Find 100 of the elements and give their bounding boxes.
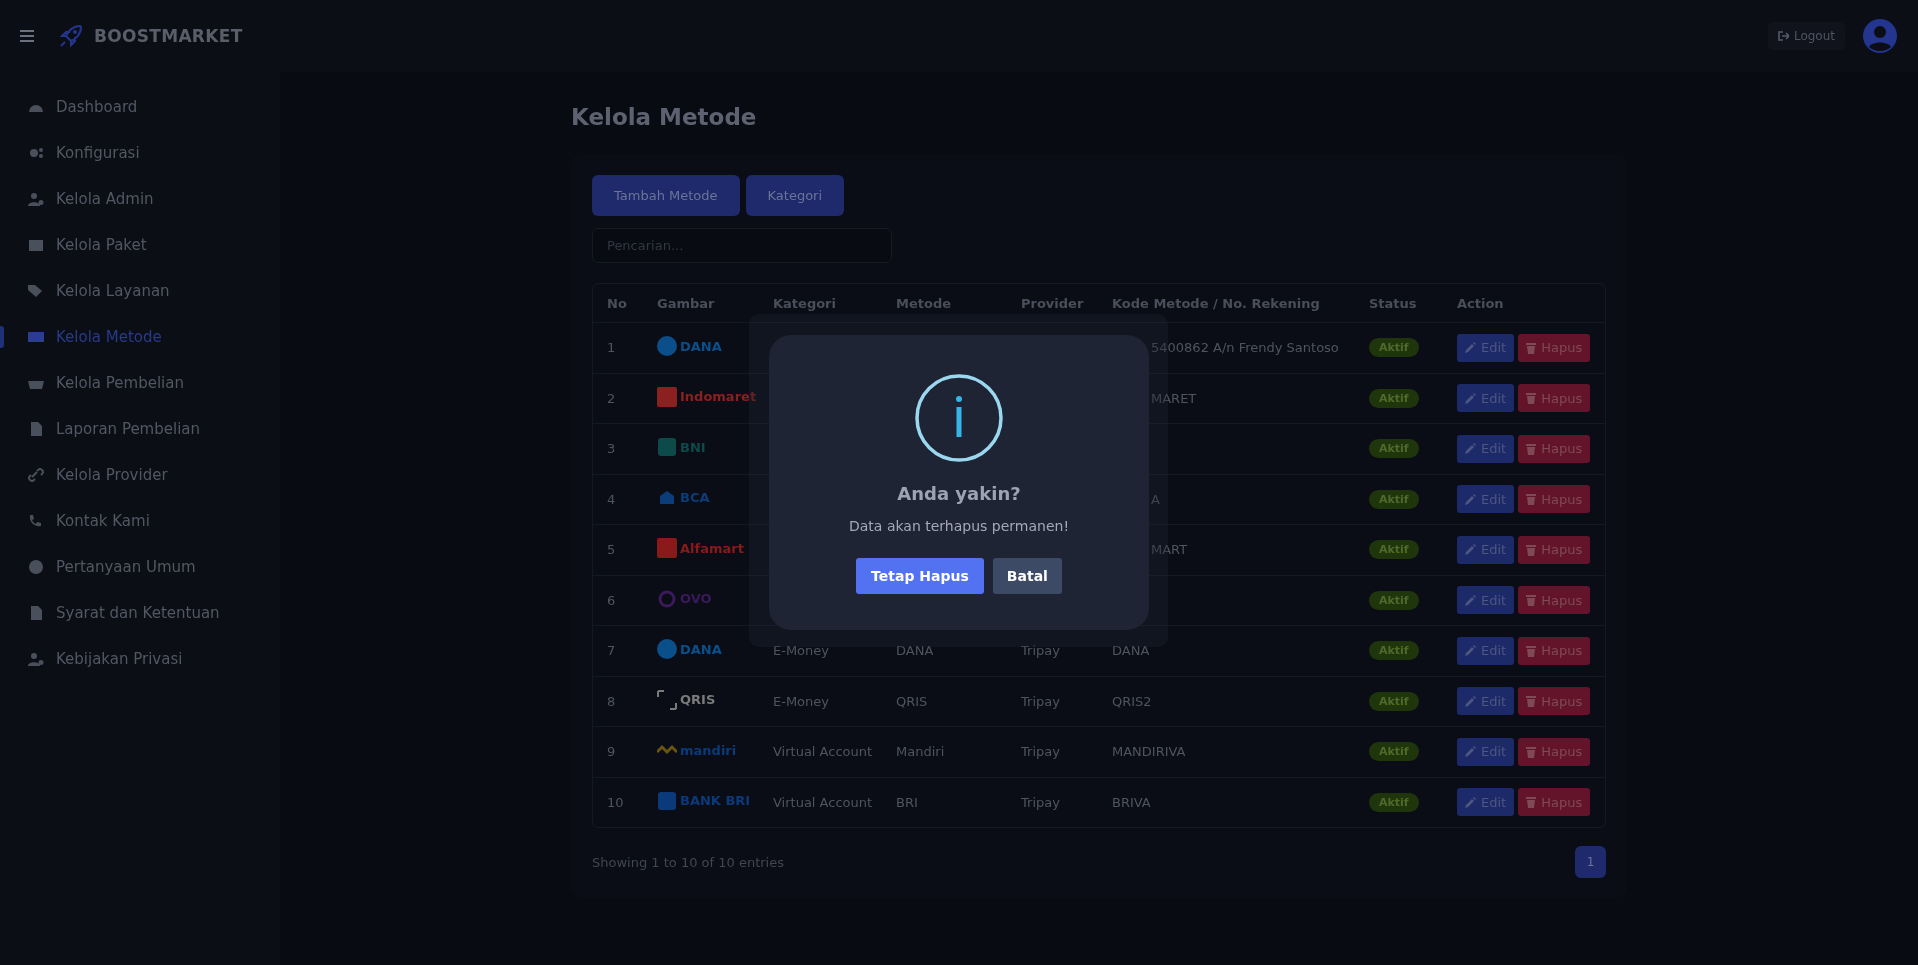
- logo-icon: [657, 639, 677, 660]
- brand-name: BOOSTMARKET: [94, 26, 243, 46]
- trash-icon: [1526, 442, 1537, 455]
- logo-icon: [657, 790, 677, 811]
- sidebar-item[interactable]: Kelola Paket: [0, 222, 280, 268]
- table-cell: 1: [607, 340, 616, 356]
- sidebar-item[interactable]: Kelola Layanan: [0, 268, 280, 314]
- menu-icon[interactable]: [20, 30, 34, 42]
- sidebar-item[interactable]: Kelola Metode: [0, 314, 280, 360]
- sidebar-item[interactable]: Laporan Pembelian: [0, 406, 280, 452]
- column-header: Kode Metode / No. Rekening: [1112, 295, 1320, 311]
- column-header: Metode: [896, 295, 952, 311]
- pencil-icon: [1465, 392, 1476, 404]
- sidebar-item[interactable]: Kontak Kami: [0, 498, 280, 544]
- column-header: Status: [1369, 295, 1417, 311]
- logo-text: BANK BRI: [680, 793, 751, 809]
- table-cell: 5: [607, 542, 616, 558]
- logo-text: mandiri: [680, 742, 737, 758]
- table-cell: 5400862 A/n Frendy Santoso: [1151, 340, 1339, 356]
- trash-icon: [1526, 543, 1537, 556]
- table-cell: 9: [607, 744, 616, 760]
- menu-item-icon: [28, 606, 44, 620]
- trash-icon: [1526, 796, 1537, 809]
- sidebar-item[interactable]: Pertanyaan Umum: [0, 544, 280, 590]
- trash-icon: [1526, 695, 1537, 708]
- logout-icon: [1777, 31, 1789, 41]
- trash-icon: [1526, 392, 1537, 405]
- sidebar-item[interactable]: Kelola Pembelian: [0, 360, 280, 406]
- pencil-icon: [1465, 544, 1476, 556]
- primary-button[interactable]: Kategori: [745, 175, 845, 216]
- menu-item-icon: [28, 238, 44, 252]
- pencil-icon: [1465, 594, 1476, 606]
- trash-icon: [1526, 341, 1537, 354]
- table-cell: QRIS: [896, 693, 928, 709]
- logo-text: BCA: [680, 490, 710, 506]
- logo-icon: [657, 588, 677, 609]
- table-cell: MARET: [1151, 390, 1197, 406]
- logo-text: BNI: [680, 439, 706, 455]
- sidebar-item[interactable]: Konfigurasi: [0, 130, 280, 176]
- pencil-icon: [1465, 746, 1476, 758]
- logo-text: DANA: [680, 641, 722, 657]
- sidebar-item[interactable]: Kebijakan Privasi: [0, 636, 280, 682]
- table-cell: 8: [607, 693, 616, 709]
- logo-icon: [657, 538, 677, 559]
- page-title: Kelola Metode: [571, 104, 758, 130]
- table-cell: Virtual Account: [773, 744, 873, 760]
- table-cell: Mandiri: [896, 744, 945, 760]
- table-cell: 2: [607, 390, 616, 406]
- confirm-button[interactable]: Tetap Hapus: [856, 558, 984, 594]
- logout-button[interactable]: Logout: [1767, 22, 1845, 50]
- trash-icon: [1526, 594, 1537, 607]
- logo-icon: [657, 437, 677, 458]
- rocket-icon: [58, 23, 84, 49]
- pencil-icon: [1465, 443, 1476, 455]
- menu-item-icon: [28, 146, 44, 160]
- entries-info: Showing 1 to 10 of 10 entries: [592, 854, 784, 870]
- table-cell: Tripay: [1021, 744, 1060, 760]
- table-cell: 3: [607, 441, 616, 457]
- sidebar-item[interactable]: Kelola Admin: [0, 176, 280, 222]
- table-cell: 6: [607, 592, 616, 608]
- menu-item-icon: [28, 560, 44, 574]
- logo-text: DANA: [680, 338, 722, 354]
- table-cell: E-Money: [773, 693, 829, 709]
- table-cell: DANA: [896, 643, 934, 659]
- primary-button[interactable]: Tambah Metode: [592, 175, 740, 216]
- table-cell: 4: [607, 491, 616, 507]
- table-cell: Virtual Account: [773, 794, 873, 810]
- page-button[interactable]: 1: [1575, 846, 1606, 878]
- table-cell: BRIVA: [1112, 794, 1151, 810]
- logo-text: OVO: [680, 591, 712, 607]
- cancel-button[interactable]: Batal: [992, 558, 1062, 594]
- dialog-message: Data akan terhapus permanen!: [849, 518, 1069, 534]
- menu-item-icon: [28, 652, 44, 666]
- logo-text: Indomaret: [680, 389, 757, 405]
- menu-item-icon: [28, 284, 44, 298]
- menu-item-icon: [28, 468, 44, 482]
- info-icon: [914, 373, 1004, 463]
- sidebar-item[interactable]: Kelola Provider: [0, 452, 280, 498]
- logo-icon: [657, 336, 677, 357]
- table-cell: MART: [1151, 542, 1188, 558]
- logo-icon: [657, 689, 677, 710]
- menu-item-icon: [28, 330, 44, 344]
- pencil-icon: [1465, 645, 1476, 657]
- sidebar-item[interactable]: Dashboard: [0, 84, 280, 130]
- pencil-icon: [1465, 342, 1476, 354]
- pencil-icon: [1465, 695, 1476, 707]
- dialog-title: Anda yakin?: [897, 483, 1021, 504]
- column-header: No: [607, 295, 627, 311]
- table-cell: QRIS2: [1112, 693, 1152, 709]
- menu-item-icon: [28, 422, 44, 436]
- table-cell: 7: [607, 643, 616, 659]
- table-cell: DANA: [1112, 643, 1150, 659]
- logo-text: QRIS: [680, 692, 716, 708]
- sidebar-item[interactable]: Syarat dan Ketentuan: [0, 590, 280, 636]
- column-header: Action: [1457, 295, 1504, 311]
- table-cell: Tripay: [1021, 643, 1060, 659]
- column-header: Kategori: [773, 295, 836, 311]
- pencil-icon: [1465, 796, 1476, 808]
- table-cell: BRI: [896, 794, 918, 810]
- logo-icon: [657, 386, 677, 407]
